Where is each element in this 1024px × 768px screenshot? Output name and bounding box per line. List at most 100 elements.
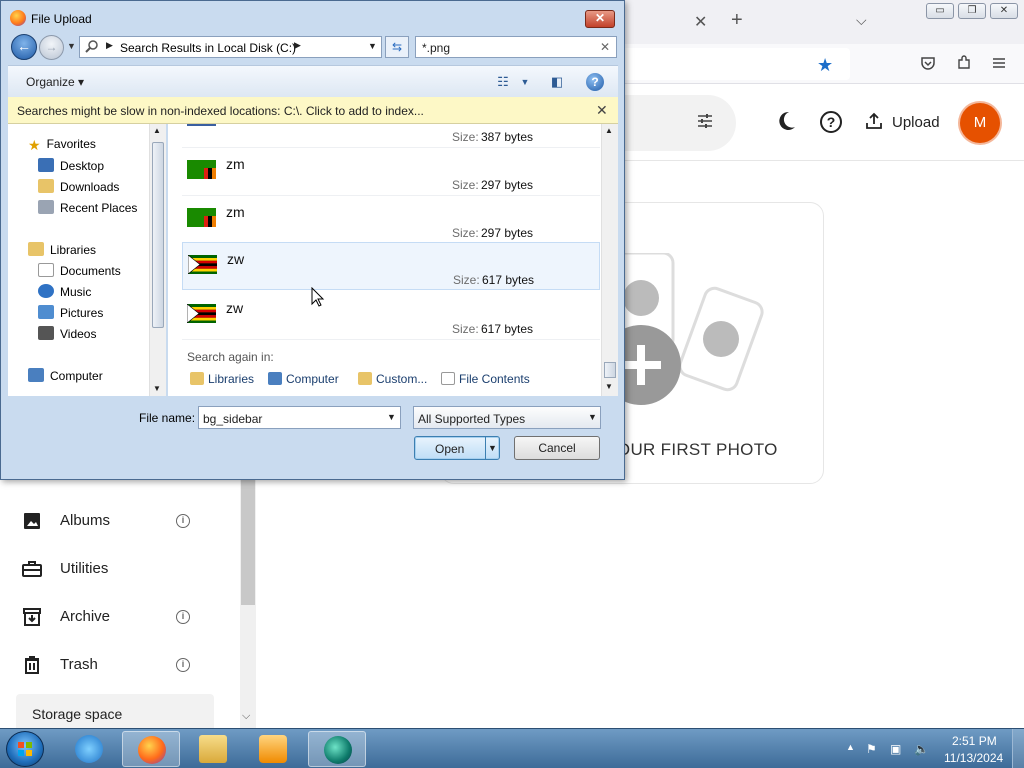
scroll-down-icon[interactable]: ▼	[153, 384, 161, 393]
browser-close-button[interactable]: ✕	[990, 3, 1018, 19]
nav-scrollbar[interactable]: ▲ ▼	[149, 124, 166, 396]
refresh-icon[interactable]: ⇆	[385, 36, 409, 58]
recent-pages-dropdown-icon[interactable]: ▼	[67, 41, 76, 51]
open-button[interactable]: Open ▼	[414, 436, 500, 460]
show-hidden-icons-icon[interactable]: ▲	[846, 742, 855, 752]
clear-search-icon[interactable]: ✕	[600, 40, 610, 54]
file-name: zw	[226, 300, 244, 316]
filter-tune-icon[interactable]	[696, 112, 714, 135]
scroll-down-icon[interactable]: ▼	[605, 382, 613, 391]
taskbar-app-viewer[interactable]	[308, 731, 366, 767]
extensions-icon[interactable]	[955, 55, 973, 73]
forward-arrow-icon[interactable]: →	[39, 35, 64, 60]
file-type-dropdown-icon[interactable]: ▼	[588, 412, 597, 422]
navigation-pane: ★ Favorites Desktop Downloads Recent Plac…	[8, 124, 166, 396]
address-bar[interactable]: ▶ Search Results in Local Disk (C:) ▶ ▼	[79, 36, 382, 58]
menu-icon[interactable]	[990, 55, 1008, 73]
sidebar-scroll-thumb[interactable]	[241, 480, 255, 605]
open-options-dropdown-icon[interactable]: ▼	[485, 437, 499, 459]
file-type-select[interactable]: All Supported Types ▼	[413, 406, 601, 429]
nav-downloads[interactable]: Downloads	[38, 179, 119, 197]
sidebar-item-trash[interactable]: Trash i	[0, 645, 220, 685]
url-bar[interactable]	[600, 48, 850, 80]
breadcrumb-chevron-icon[interactable]: ▶	[106, 40, 113, 51]
info-icon[interactable]: i	[176, 610, 190, 624]
sidebar-item-utilities[interactable]: Utilities	[0, 549, 220, 589]
search-again-file-contents[interactable]: File Contents	[441, 372, 530, 386]
info-icon[interactable]: i	[176, 658, 190, 672]
help-icon[interactable]: ?	[586, 73, 604, 91]
nav-favorites[interactable]: ★ Favorites	[28, 137, 96, 155]
preview-pane-icon[interactable]: ◧	[548, 73, 566, 91]
nav-scroll-thumb[interactable]	[152, 142, 164, 328]
sidebar-item-archive[interactable]: Archive i	[0, 597, 220, 637]
taskbar-file-explorer[interactable]	[184, 731, 242, 767]
volume-muted-icon[interactable]: 🔈	[914, 742, 929, 756]
back-arrow-icon[interactable]: ←	[11, 34, 37, 60]
network-icon[interactable]: ▣	[890, 742, 901, 756]
close-icon[interactable]: ✕	[596, 102, 608, 119]
sidebar-item-label: Archive	[60, 608, 111, 625]
taskbar-internet-explorer[interactable]	[60, 731, 118, 767]
pocket-icon[interactable]	[919, 55, 937, 73]
list-item[interactable]: Size: 387 bytes	[182, 124, 600, 148]
clock-date[interactable]: 11/13/2024	[944, 751, 1003, 765]
minimize-button[interactable]: ▭	[926, 3, 954, 19]
bookmark-star-icon[interactable]: ★	[817, 55, 833, 76]
nav-recent-places[interactable]: Recent Places	[38, 200, 137, 218]
sidebar-item-albums[interactable]: Albums i	[0, 501, 220, 541]
scroll-up-icon[interactable]: ▲	[605, 126, 613, 135]
file-list-scrollbar[interactable]: ▲ ▼	[601, 124, 618, 396]
taskbar-firefox[interactable]	[122, 731, 180, 767]
scroll-up-icon[interactable]: ▲	[153, 126, 161, 135]
clock-time[interactable]: 2:51 PM	[952, 734, 997, 748]
avatar[interactable]: M	[960, 103, 1000, 143]
address-text: Search Results in Local Disk (C:)	[120, 41, 297, 55]
file-name: zw	[227, 251, 245, 267]
sidebar-scrollbar[interactable]: ⌵	[240, 480, 256, 728]
upload-icon[interactable]	[864, 111, 884, 136]
restore-button[interactable]: ❐	[958, 3, 986, 19]
nav-pictures[interactable]: Pictures	[38, 305, 103, 323]
nav-videos[interactable]: Videos	[38, 326, 96, 344]
search-again-computer[interactable]: Computer	[268, 372, 339, 386]
list-item[interactable]: zw Size: 617 bytes	[182, 242, 600, 290]
show-desktop-button[interactable]	[1012, 729, 1024, 768]
nav-desktop[interactable]: Desktop	[38, 158, 104, 176]
dark-mode-moon-icon[interactable]	[774, 109, 798, 133]
breadcrumb-chevron-icon[interactable]: ▶	[294, 40, 301, 51]
help-icon[interactable]: ?	[820, 111, 842, 133]
index-warning-bar[interactable]: Searches might be slow in non-indexed lo…	[8, 97, 618, 124]
nav-libraries[interactable]: Libraries	[28, 242, 96, 260]
search-again-libraries[interactable]: Libraries	[190, 372, 254, 386]
file-name-field[interactable]: bg_sidebar ▼	[198, 406, 401, 429]
scroll-down-icon[interactable]: ⌵	[242, 710, 250, 723]
list-item[interactable]: zm Size: 297 bytes	[182, 148, 600, 196]
nav-documents[interactable]: Documents	[38, 263, 121, 281]
nav-computer[interactable]: Computer	[28, 368, 103, 386]
view-options-icon[interactable]: ☷	[494, 73, 512, 91]
folder-icon	[199, 735, 227, 763]
info-icon[interactable]: i	[176, 514, 190, 528]
search-input[interactable]: *.png ✕	[415, 36, 617, 58]
file-list-scroll-thumb[interactable]	[604, 362, 616, 378]
tab-list-button[interactable]: ⌵	[856, 12, 867, 29]
file-name-dropdown-icon[interactable]: ▼	[387, 412, 396, 422]
libraries-icon	[28, 242, 44, 256]
view-dropdown-icon[interactable]: ▼	[516, 73, 534, 91]
start-button[interactable]	[6, 731, 44, 767]
search-again-custom[interactable]: Custom...	[358, 372, 427, 386]
organize-button[interactable]: Organize ▾	[26, 75, 84, 89]
address-dropdown-icon[interactable]: ▼	[368, 41, 377, 51]
tab-close-button[interactable]: ✕	[694, 12, 707, 32]
upload-button[interactable]: Upload	[892, 114, 940, 131]
cancel-button[interactable]: Cancel	[514, 436, 600, 460]
taskbar-media-player[interactable]	[244, 731, 302, 767]
action-center-flag-icon[interactable]: ⚑	[866, 742, 877, 756]
media-player-icon	[259, 735, 287, 763]
dialog-close-button[interactable]: ✕	[585, 10, 615, 28]
new-tab-button[interactable]: +	[731, 9, 743, 32]
nav-music[interactable]: Music	[38, 284, 91, 302]
list-item[interactable]: zm Size: 297 bytes	[182, 196, 600, 244]
list-item[interactable]: zw Size: 617 bytes	[182, 292, 600, 340]
